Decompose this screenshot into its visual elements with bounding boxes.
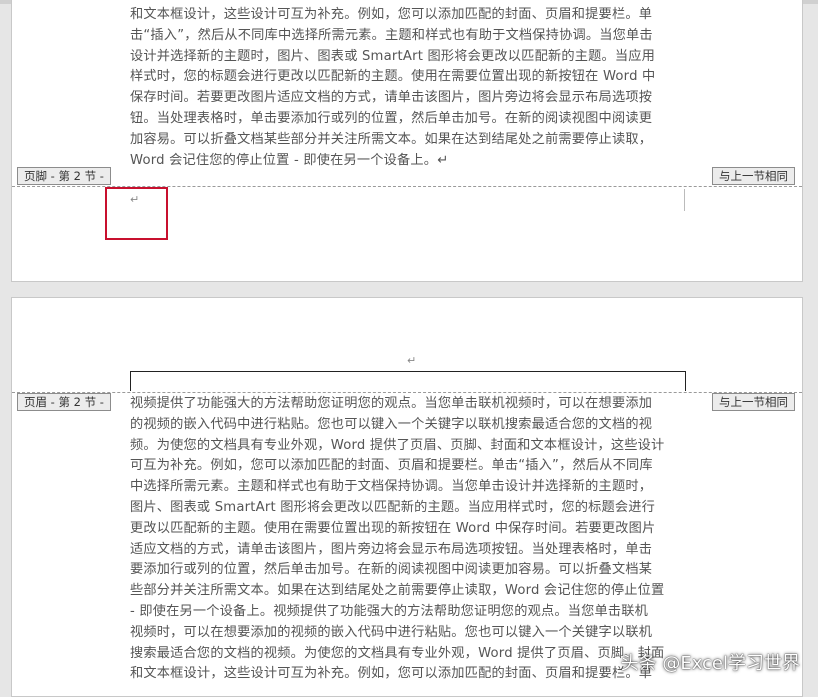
same-as-previous-tag: 与上一节相同: [712, 393, 795, 411]
page1-body-text[interactable]: 和文本框设计，这些设计可互为补充。例如，您可以添加匹配的封面、页眉和提要栏。单击…: [130, 5, 690, 171]
text-line[interactable]: 和文本框设计，这些设计可互为补充。例如，您可以添加匹配的封面、页眉和提要栏。单: [130, 664, 690, 685]
text-line[interactable]: 视频时，可以在想要添加的视频的嵌入代码中进行粘贴。您也可以键入一个关键字以联机: [130, 623, 690, 644]
footer-section-tag: 页脚 - 第 2 节 -: [17, 167, 111, 185]
header-section-tag: 页眉 - 第 2 节 -: [17, 393, 111, 411]
text-line[interactable]: 图片、图表或 SmartArt 图形将会更改以匹配新的主题。当应用样式时，您的标…: [130, 498, 690, 519]
margin-corner-mark: [684, 189, 685, 211]
text-line[interactable]: 适应文档的方式，请单击该图片，图片旁边将会显示布局选项按钮。当处理表格时，单击: [130, 540, 690, 561]
header-paragraph-mark[interactable]: ↵: [407, 354, 416, 367]
text-line[interactable]: 和文本框设计，这些设计可互为补充。例如，您可以添加匹配的封面、页眉和提要栏。单: [130, 5, 690, 26]
text-line[interactable]: 保存时间。若要更改图片适应文档的方式，请单击该图片，图片旁边将会显示布局选项按: [130, 88, 690, 109]
text-line[interactable]: 中选择所需元素。主题和样式也有助于文档保持协调。当您单击设计并选择新的主题时，: [130, 477, 690, 498]
same-as-previous-tag: 与上一节相同: [712, 167, 795, 185]
header-boundary-line: [12, 392, 802, 393]
text-line[interactable]: 加容易。可以折叠文档某些部分并关注所需文本。如果在达到结尾处之前需要停止读取，: [130, 130, 690, 151]
text-line[interactable]: 视频提供了功能强大的方法帮助您证明您的观点。当您单击联机视频时，可以在想要添加: [130, 394, 690, 415]
footer-paragraph-mark[interactable]: ↵: [130, 193, 139, 206]
text-line[interactable]: 些部分并关注所需文本。如果在达到结尾处之前需要停止读取，Word 会记住您的停止…: [130, 581, 690, 602]
watermark-text: 头条 @Excel学习世界: [620, 653, 800, 674]
text-line[interactable]: - 即使在另一个设备上。视频提供了功能强大的方法帮助您证明您的观点。当您单击联机: [130, 602, 690, 623]
text-line[interactable]: 钮。当处理表格时，单击要添加行或列的位置，然后单击加号。在新的阅读视图中阅读更: [130, 109, 690, 130]
text-line[interactable]: 搜索最适合您的文档的视频。为使您的文档具有专业外观，Word 提供了页眉、页脚、…: [130, 644, 690, 665]
text-line[interactable]: 可互为补充。例如，您可以添加匹配的封面、页眉和提要栏。单击“插入”，然后从不同库: [130, 456, 690, 477]
text-line[interactable]: 样式时，您的标题会进行更改以匹配新的主题。使用在需要位置出现的新按钮在 Word…: [130, 67, 690, 88]
document-page-2[interactable]: ↵ 页眉 - 第 2 节 - 与上一节相同 视频提供了功能强大的方法帮助您证明您…: [11, 297, 803, 697]
header-border-line: [130, 371, 686, 391]
text-line[interactable]: 的视频的嵌入代码中进行粘贴。您也可以键入一个关键字以联机搜索最适合您的文档的视: [130, 415, 690, 436]
document-page-1[interactable]: 和文本框设计，这些设计可互为补充。例如，您可以添加匹配的封面、页眉和提要栏。单击…: [11, 0, 803, 282]
text-line[interactable]: 要添加行或列的位置，然后单击加号。在新的阅读视图中阅读更加容易。可以折叠文档某: [130, 560, 690, 581]
text-line[interactable]: 设计并选择新的主题时，图片、图表或 SmartArt 图形将会更改以匹配新的主题…: [130, 47, 690, 68]
text-line[interactable]: Word 会记住您的停止位置 - 即使在另一个设备上。↵: [130, 151, 690, 172]
text-line[interactable]: 频。为使您的文档具有专业外观，Word 提供了页眉、页脚、封面和文本框设计，这些…: [130, 436, 690, 457]
text-line[interactable]: 击“插入”，然后从不同库中选择所需元素。主题和样式也有助于文档保持协调。当您单击: [130, 26, 690, 47]
page2-body-text[interactable]: 视频提供了功能强大的方法帮助您证明您的观点。当您单击联机视频时，可以在想要添加的…: [130, 394, 690, 685]
text-line[interactable]: 更改以匹配新的主题。使用在需要位置出现的新按钮在 Word 中保存时间。若要更改…: [130, 519, 690, 540]
